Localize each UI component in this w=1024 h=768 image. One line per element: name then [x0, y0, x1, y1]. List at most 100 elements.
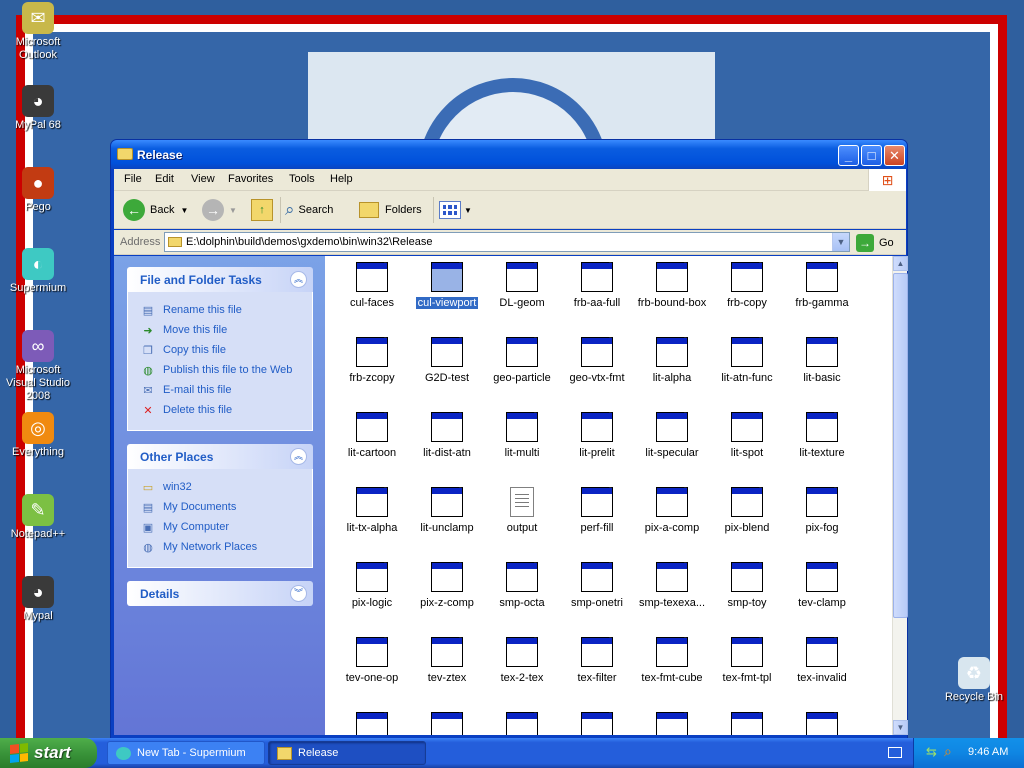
file-item[interactable]: tex-invalid [784, 634, 860, 684]
file-item[interactable]: geo-particle [484, 334, 560, 384]
file-item[interactable]: tex-2-tex [484, 634, 560, 684]
file-item[interactable]: lit-tx-alpha [334, 484, 410, 534]
desktop-icon[interactable]: ✎ Notepad++ [0, 494, 76, 541]
file-item[interactable]: lit-multi [484, 409, 560, 459]
clock[interactable]: 9:46 AM [968, 746, 1008, 758]
file-item[interactable]: tev-clamp [784, 559, 860, 609]
address-input[interactable]: E:\dolphin\build\demos\gxdemo\bin\win32\… [164, 232, 850, 252]
views-button[interactable]: ▼ [439, 198, 472, 222]
file-item[interactable]: smp-texexa... [634, 559, 710, 609]
maximize-button[interactable]: □ [861, 145, 882, 166]
scroll-down-icon[interactable]: ▼ [893, 720, 908, 735]
task-link[interactable]: ✕ Delete this file [140, 400, 312, 420]
collapse-icon[interactable]: ︽ [290, 448, 307, 465]
collapse-icon[interactable]: ︽ [290, 271, 307, 288]
file-item[interactable]: DL-geom [484, 259, 560, 309]
file-item[interactable] [559, 709, 635, 735]
minimize-button[interactable]: _ [838, 145, 859, 166]
title-bar[interactable]: Release _ □ ✕ [111, 140, 907, 169]
file-item[interactable]: tev-one-op [334, 634, 410, 684]
task-link[interactable]: ◍ My Network Places [140, 537, 312, 557]
menu-tools[interactable]: Tools [289, 173, 315, 185]
file-item[interactable] [634, 709, 710, 735]
file-item[interactable]: frb-zcopy [334, 334, 410, 384]
file-item[interactable]: lit-spot [709, 409, 785, 459]
desktop-icon[interactable]: ◎ Everything [0, 412, 76, 459]
folders-button[interactable]: Folders [359, 198, 422, 222]
task-link[interactable]: ✉ E-mail this file [140, 380, 312, 400]
file-item[interactable]: smp-toy [709, 559, 785, 609]
task-link[interactable]: ▣ My Computer [140, 517, 312, 537]
file-item[interactable]: cul-viewport [409, 259, 485, 310]
file-item[interactable]: pix-fog [784, 484, 860, 534]
file-item[interactable]: cul-faces [334, 259, 410, 309]
forward-button[interactable]: → ▼ [202, 198, 237, 222]
menu-view[interactable]: View [191, 173, 215, 185]
file-item[interactable]: pix-logic [334, 559, 410, 609]
file-item[interactable]: frb-aa-full [559, 259, 635, 309]
file-item[interactable] [484, 709, 560, 735]
start-button[interactable]: start [0, 738, 97, 768]
address-dropdown-button[interactable]: ▼ [832, 233, 849, 251]
file-item[interactable]: tex-fmt-tpl [709, 634, 785, 684]
scroll-up-icon[interactable]: ▲ [893, 256, 908, 271]
file-item[interactable]: frb-bound-box [634, 259, 710, 309]
desktop-icon[interactable]: ◐ Supermium [0, 248, 76, 295]
menu-favorites[interactable]: Favorites [228, 173, 273, 185]
menu-edit[interactable]: Edit [155, 173, 174, 185]
file-item[interactable]: lit-cartoon [334, 409, 410, 459]
file-item[interactable]: pix-a-comp [634, 484, 710, 534]
desktop-icon[interactable]: ◕ Mypal [0, 576, 76, 623]
file-item[interactable]: geo-vtx-fmt [559, 334, 635, 384]
expand-icon[interactable]: ︾ [290, 585, 307, 602]
close-button[interactable]: ✕ [884, 145, 905, 166]
file-item[interactable]: tev-ztex [409, 634, 485, 684]
back-button[interactable]: ← Back ▼ [123, 198, 188, 222]
panel-header[interactable]: File and Folder Tasks ︽ [127, 267, 313, 292]
file-item[interactable]: smp-octa [484, 559, 560, 609]
up-folder-button[interactable]: ↑ [251, 198, 273, 222]
file-item[interactable]: lit-texture [784, 409, 860, 459]
file-item[interactable] [409, 709, 485, 735]
file-item[interactable]: perf-fill [559, 484, 635, 534]
file-item[interactable]: output [484, 487, 560, 534]
file-item[interactable] [334, 709, 410, 735]
panel-header[interactable]: Details ︾ [127, 581, 313, 606]
task-link[interactable]: ➜ Move this file [140, 320, 312, 340]
task-link[interactable]: ❐ Copy this file [140, 340, 312, 360]
file-item[interactable]: pix-blend [709, 484, 785, 534]
search-icon[interactable]: ⌕ [944, 743, 952, 760]
menu-file[interactable]: File [124, 173, 142, 185]
menu-help[interactable]: Help [330, 173, 353, 185]
scrollbar-thumb[interactable] [893, 273, 908, 618]
file-item[interactable]: lit-specular [634, 409, 710, 459]
file-item[interactable]: frb-gamma [784, 259, 860, 309]
file-item[interactable]: tex-fmt-cube [634, 634, 710, 684]
file-item[interactable]: G2D-test [409, 334, 485, 384]
panel-header[interactable]: Other Places ︽ [127, 444, 313, 469]
file-item[interactable]: lit-alpha [634, 334, 710, 384]
file-item[interactable]: frb-copy [709, 259, 785, 309]
file-item[interactable]: lit-dist-atn [409, 409, 485, 459]
file-item[interactable]: lit-atn-func [709, 334, 785, 384]
network-tray-icon[interactable]: ⇆ [926, 744, 937, 760]
file-item[interactable]: lit-prelit [559, 409, 635, 459]
go-button[interactable]: → Go [856, 233, 894, 252]
desktop-icon[interactable]: ✉ Microsoft Outlook [0, 2, 76, 62]
search-button[interactable]: ⌕ Search [285, 198, 333, 222]
vertical-scrollbar[interactable]: ▲ ▼ [892, 256, 908, 735]
task-link[interactable]: ▭ win32 [140, 477, 312, 497]
file-item[interactable]: tex-filter [559, 634, 635, 684]
file-item[interactable]: lit-unclamp [409, 484, 485, 534]
task-link[interactable]: ◍ Publish this file to the Web [140, 360, 312, 380]
file-item[interactable] [784, 709, 860, 735]
desktop-icon[interactable]: ∞ Microsoft Visual Studio 2008 [0, 330, 76, 403]
task-link[interactable]: ▤ Rename this file [140, 300, 312, 320]
file-item[interactable]: pix-z-comp [409, 559, 485, 609]
file-item[interactable]: lit-basic [784, 334, 860, 384]
desktop-icon[interactable]: ● Pego [0, 167, 76, 214]
keyboard-icon[interactable] [888, 747, 902, 758]
file-item[interactable]: smp-onetri [559, 559, 635, 609]
taskbar-item-supermium[interactable]: New Tab - Supermium [107, 741, 265, 765]
taskbar-item-release[interactable]: Release [268, 741, 426, 765]
